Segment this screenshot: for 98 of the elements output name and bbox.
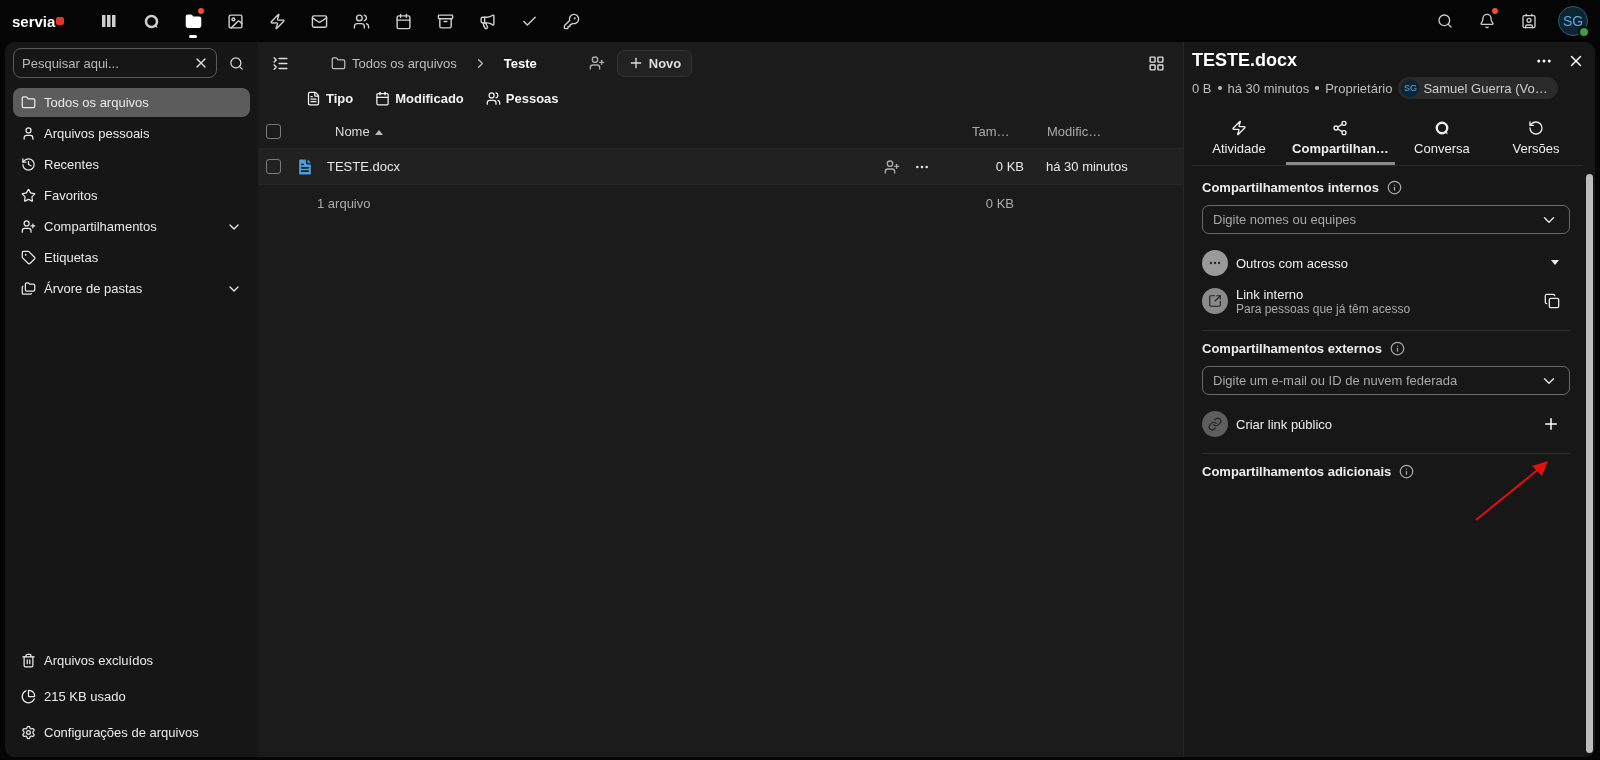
share-input[interactable]: Digite um e-mail ou ID de nuvem federada: [1202, 366, 1570, 395]
info-icon[interactable]: [1386, 180, 1402, 195]
user-plus-icon: [588, 55, 605, 71]
section-title: Compartilhamentos internos: [1202, 180, 1379, 195]
share-title: Outros com acesso: [1236, 255, 1349, 271]
bell-icon: [1479, 13, 1495, 29]
mail-icon: [310, 12, 328, 30]
tab[interactable]: Versões: [1488, 113, 1583, 165]
trash-icon: [21, 653, 36, 668]
folder-icon: [331, 55, 346, 71]
folder-icon: [21, 95, 36, 110]
info-icon[interactable]: [1399, 464, 1415, 479]
share-title: Link interno: [1236, 286, 1305, 302]
tab[interactable]: Atividade: [1192, 113, 1287, 165]
checkbox[interactable]: [266, 159, 281, 174]
settings-icon: [21, 725, 36, 740]
avatar[interactable]: SG: [1558, 6, 1588, 36]
file-count: 1 arquivo: [317, 195, 371, 211]
section-title: Compartilhamentos externos: [1202, 341, 1382, 356]
share-icon[interactable]: [884, 158, 900, 175]
nav-item[interactable]: Árvore de pastas: [13, 274, 250, 303]
speech-ring-icon: [1433, 119, 1450, 136]
search-field[interactable]: Pesquisar aqui...: [13, 48, 217, 78]
file-row[interactable]: TESTE.docx 0 KB há 30 minutos: [258, 149, 1183, 185]
select-all-checkbox[interactable]: [266, 124, 281, 139]
lightning-icon: [268, 12, 286, 30]
user-plus-icon: [21, 219, 36, 234]
nav-item[interactable]: Arquivos pessoais: [13, 119, 250, 148]
calendar-icon: [394, 12, 412, 30]
copy-icon[interactable]: [1544, 293, 1560, 309]
pie-chart-icon: [21, 689, 36, 704]
share-input[interactable]: Digite nomes ou equipes: [1202, 205, 1570, 234]
image-icon: [226, 12, 244, 30]
new-button[interactable]: Novo: [616, 49, 693, 77]
collapse-icon: [272, 54, 289, 72]
search-icon: [229, 55, 244, 71]
lightning-icon: [1231, 119, 1248, 136]
archive-icon: [436, 12, 454, 30]
nav-item[interactable]: Configurações de arquivos: [13, 718, 250, 747]
people-icon: [485, 90, 501, 106]
file-size: 0 KB: [995, 159, 1024, 174]
breadcrumb[interactable]: Teste: [503, 55, 537, 71]
share-subtitle: Para pessoas que já têm acesso: [1236, 301, 1412, 316]
column-header[interactable]: Tam…: [972, 124, 1010, 139]
share-avatar: [1202, 288, 1228, 314]
separator-dot: [1315, 86, 1320, 90]
megaphone-icon: [478, 12, 496, 30]
file-name[interactable]: TESTE.docx: [327, 159, 400, 174]
history-icon: [21, 157, 36, 172]
tab[interactable]: Compartilhan…: [1286, 113, 1395, 165]
speech-ring-icon: [142, 12, 160, 30]
apps-icon: [102, 15, 117, 27]
user-icon: [21, 126, 36, 141]
add-icon[interactable]: [1542, 415, 1560, 433]
modified-time: há 30 minutos: [1227, 80, 1310, 96]
calendar-icon: [375, 90, 391, 106]
folder-icon: [184, 12, 202, 30]
column-header[interactable]: Nome: [335, 124, 370, 139]
file-size: 0 B: [1192, 80, 1212, 96]
owner-chip[interactable]: SG Samuel Guerra (Vo…: [1398, 77, 1558, 99]
nav-item[interactable]: Etiquetas: [13, 243, 250, 272]
key-icon: [562, 12, 580, 30]
nav-item[interactable]: Recentes: [13, 150, 250, 179]
folders-icon: [21, 281, 36, 296]
restore-icon: [1527, 119, 1544, 136]
nav-item[interactable]: Favoritos: [13, 181, 250, 210]
share-icon: [1332, 119, 1349, 136]
breadcrumb[interactable]: Todos os arquivos: [331, 55, 457, 71]
separator-dot: [1217, 86, 1222, 90]
share-title: Criar link público: [1236, 416, 1334, 432]
filter-button[interactable]: Modificado: [375, 90, 464, 106]
scrollbar[interactable]: [1586, 174, 1593, 753]
share-avatar: [1202, 411, 1228, 437]
tab[interactable]: Conversa: [1394, 113, 1489, 165]
filter-button[interactable]: Pessoas: [485, 90, 559, 106]
total-size: 0 KB: [985, 195, 1014, 211]
search-icon: [1437, 13, 1453, 29]
filter-button[interactable]: Tipo: [306, 90, 354, 106]
panel-title: TESTE.docx: [1192, 50, 1298, 71]
sort-ascending-icon: [373, 128, 384, 135]
tag-icon: [21, 250, 36, 265]
contact-card-icon: [1521, 13, 1537, 29]
column-header[interactable]: Modific…: [1047, 124, 1102, 139]
nav-item[interactable]: Arquivos excluídos: [13, 646, 250, 675]
star-icon: [21, 188, 36, 203]
nav-item[interactable]: 215 KB usado: [13, 682, 250, 711]
share-avatar: [1202, 250, 1228, 276]
modified-time: há 30 minutos: [1046, 159, 1128, 174]
owner-label: Proprietário: [1325, 80, 1393, 96]
info-icon[interactable]: [1389, 341, 1405, 356]
logo[interactable]: servia: [12, 12, 65, 30]
section-title: Compartilhamentos adicionais: [1202, 464, 1392, 479]
people-icon: [352, 12, 370, 30]
nav-item[interactable]: Compartilhamentos: [13, 212, 250, 241]
nav-item[interactable]: Todos os arquivos: [13, 88, 250, 117]
caret-down-icon[interactable]: [1550, 260, 1560, 266]
file-icon: [306, 90, 321, 106]
grid-icon: [1148, 54, 1165, 72]
